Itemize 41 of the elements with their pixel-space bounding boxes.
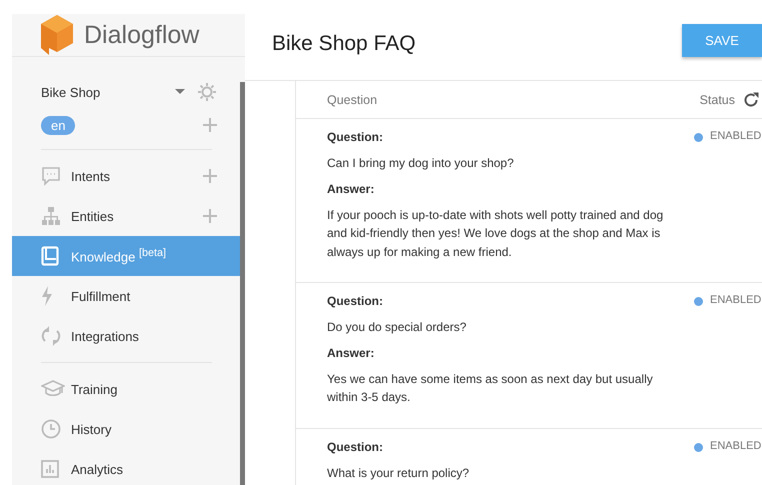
answer-text: If your pooch is up-to-date with shots well potty trained and dog and kid-friendly then yes! We love dogs at the shop and Max is always up for making a new friend. [327, 206, 664, 260]
answer-label: Answer: [327, 346, 376, 360]
sync-icon [41, 326, 61, 346]
add-icon[interactable] [203, 169, 217, 183]
nav-item[interactable]: History [12, 409, 240, 449]
add-icon[interactable] [203, 209, 217, 223]
logo-icon [40, 14, 74, 56]
hierarchy-icon [41, 206, 61, 226]
brand-name: Dialogflow [84, 20, 200, 50]
add-icon[interactable] [203, 118, 217, 132]
nav-item[interactable]: Entities [12, 196, 240, 236]
answer-label: Answer: [327, 182, 376, 196]
question-label: Question: [327, 440, 384, 454]
column-header: Status [700, 92, 735, 106]
question-label: Question: [327, 130, 384, 144]
question-text: Do you do special orders? [327, 319, 468, 336]
question-text: Can I bring my dog into your shop? [327, 155, 515, 172]
graduation-cap-icon [41, 379, 65, 399]
refresh-icon[interactable] [743, 92, 759, 108]
nav-item[interactable]: Intents [12, 156, 240, 196]
caret-icon[interactable] [175, 89, 185, 95]
question-text: What is your return policy? [327, 464, 470, 482]
chat-icon [41, 166, 61, 186]
column-header: Question [327, 92, 378, 106]
book-icon [41, 246, 59, 266]
nav-item[interactable]: Analytics [12, 449, 240, 485]
page-title: Bike Shop FAQ [272, 32, 416, 56]
status-text: ENABLED [710, 130, 762, 142]
status-text: ENABLED [710, 440, 762, 452]
nav-item[interactable]: Fulfillment [12, 276, 240, 316]
settings-icon[interactable] [197, 82, 217, 102]
status-text: ENABLED [710, 294, 762, 306]
chart-icon [41, 460, 59, 478]
clock-icon [41, 419, 61, 439]
answer-text: Yes we can have some items as soon as next day but usually within 3-5 days. [327, 370, 654, 406]
scrollbar[interactable] [240, 82, 245, 485]
nav-item[interactable]: Integrations [12, 316, 240, 356]
question-label: Question: [327, 294, 384, 308]
agent-name[interactable]: Bike Shop [41, 84, 175, 100]
nav-item[interactable]: Training [12, 369, 240, 409]
bolt-icon [41, 286, 53, 306]
